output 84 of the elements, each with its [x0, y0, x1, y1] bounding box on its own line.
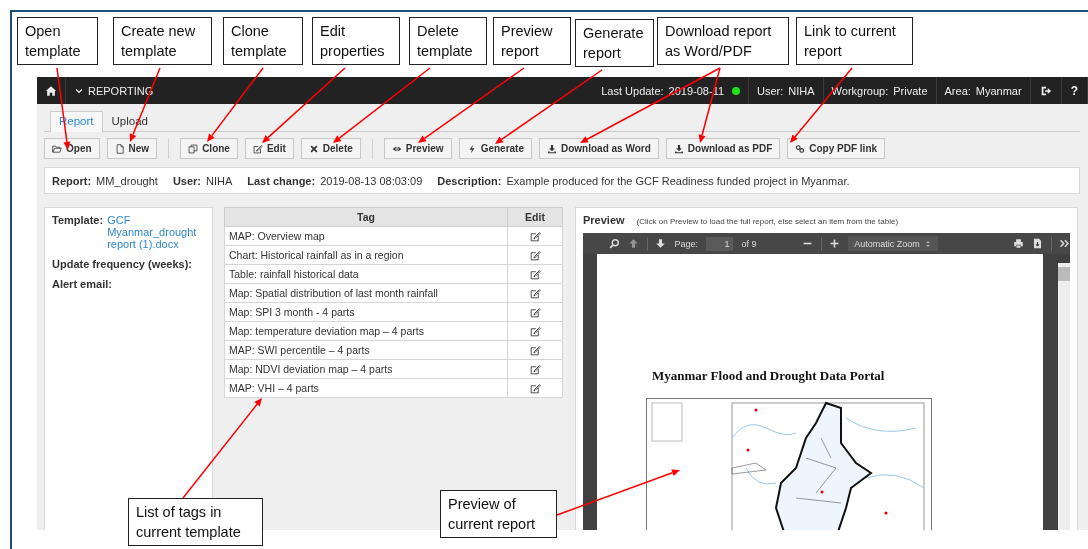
toolbar-button[interactable]: Download as Word	[539, 138, 659, 159]
plus-icon[interactable]	[829, 238, 841, 249]
edit-icon[interactable]	[529, 364, 541, 376]
topbar-value: Private	[893, 84, 928, 97]
toolbar-button[interactable]: Copy PDF link	[787, 138, 886, 159]
folder-icon	[52, 143, 62, 154]
edit-icon	[252, 143, 263, 154]
callout-label: Generate report	[575, 19, 654, 67]
callout-label: Preview of current report	[440, 490, 557, 538]
edit-icon[interactable]	[529, 288, 541, 300]
zoom-select[interactable]: Automatic Zoom	[848, 236, 938, 251]
table-cell: MAP: Overview map	[224, 226, 508, 246]
topbar-value: Myanmar	[975, 84, 1022, 97]
home-icon[interactable]	[45, 84, 57, 97]
file-icon	[114, 143, 125, 154]
printer-icon[interactable]	[1012, 238, 1024, 249]
toolbar-button[interactable]: Generate	[458, 138, 532, 159]
edit-icon[interactable]	[529, 231, 541, 243]
column-header: Edit	[507, 207, 563, 227]
copy-icon	[188, 143, 199, 154]
info-value: Example produced for the GCF Readiness funded project in Myanmar.	[506, 174, 850, 187]
page-number-field[interactable]: 1	[706, 236, 734, 251]
callout-label: Edit properties	[312, 17, 400, 65]
download-icon	[547, 143, 557, 154]
callout-label: Download report as Word/PDF	[657, 17, 789, 65]
info-value: MM_drought	[96, 174, 158, 187]
info-label: Description:	[437, 174, 502, 187]
toolbar-button[interactable]: New	[106, 138, 158, 159]
scrollbar[interactable]	[1058, 263, 1070, 530]
info-value: NIHA	[206, 174, 233, 187]
toolbar-button[interactable]: Download as PDF	[665, 138, 781, 159]
template-file-link[interactable]: GCF Myanmar_drought report (1).docx	[107, 214, 205, 250]
table-cell: Map: temperature deviation map – 4 parts	[224, 321, 508, 341]
info-label: User:	[172, 174, 201, 187]
table-cell: MAP: VHI – 4 parts	[224, 378, 508, 398]
link-icon	[795, 143, 806, 154]
column-header: Tag	[224, 207, 508, 227]
edit-icon[interactable]	[529, 326, 541, 338]
callout-label: Open template	[17, 17, 98, 65]
edit-icon[interactable]	[529, 307, 541, 319]
callout-label: Clone template	[223, 17, 303, 65]
table-cell: Map: SPI 3 month - 4 parts	[224, 302, 508, 322]
edit-icon[interactable]	[529, 269, 541, 281]
template-label: Template:	[52, 214, 104, 228]
table-cell: Map: NDVI deviation map – 4 parts	[224, 359, 508, 379]
double-chevron-icon[interactable]	[1059, 238, 1070, 249]
help-button[interactable]: ?	[1070, 83, 1078, 98]
close-icon	[308, 143, 319, 154]
table-cell: Table: rainfall historical data	[224, 264, 508, 284]
search-icon[interactable]	[609, 238, 620, 249]
page-count: of 9	[741, 238, 757, 249]
topbar-label: Area:	[944, 84, 971, 97]
table-cell: Chart: Historical rainfall as in a region	[224, 245, 508, 265]
callout-label: Create new template	[113, 17, 212, 65]
callout-label: List of tags in current template	[128, 498, 263, 546]
last-update-label: Last Update:	[601, 84, 664, 97]
logout-icon[interactable]	[1039, 84, 1052, 97]
page-label: Page:	[674, 238, 698, 249]
download-icon	[673, 143, 684, 154]
toolbar-button[interactable]: Delete	[300, 138, 361, 159]
field-label: Alert email:	[52, 278, 113, 290]
info-label: Last change:	[247, 174, 316, 187]
callout-label: Delete template	[409, 17, 487, 65]
save-document-icon[interactable]	[1031, 238, 1043, 249]
up-arrow-icon[interactable]	[628, 238, 639, 249]
down-arrow-icon[interactable]	[655, 238, 667, 249]
edit-icon[interactable]	[529, 250, 541, 262]
topbar-label: User:	[757, 84, 784, 97]
document-title: Myanmar Flood and Drought Data Portal	[652, 368, 886, 384]
edit-icon[interactable]	[529, 345, 541, 357]
edit-icon[interactable]	[529, 383, 541, 395]
preview-title: Preview	[583, 214, 625, 226]
callout-label: Preview report	[493, 17, 571, 65]
field-label: Update frequency (weeks):	[52, 258, 193, 270]
info-label: Report:	[52, 174, 92, 187]
table-cell: MAP: SWI percentile – 4 parts	[224, 340, 508, 360]
toolbar-button[interactable]: Edit	[244, 138, 294, 159]
table-cell: Map: Spatial distribution of last month rainfall	[224, 283, 508, 303]
toolbar-button[interactable]: Clone	[180, 138, 238, 159]
info-value: 2019-08-13 08:03:09	[320, 174, 423, 187]
preview-hint: (Click on Preview to load the full report, else select an item from the table)	[636, 217, 899, 226]
toolbar-button[interactable]: Preview	[383, 138, 452, 159]
callout-label: Link to current report	[796, 17, 913, 65]
topbar-value: NIHA	[788, 84, 815, 97]
